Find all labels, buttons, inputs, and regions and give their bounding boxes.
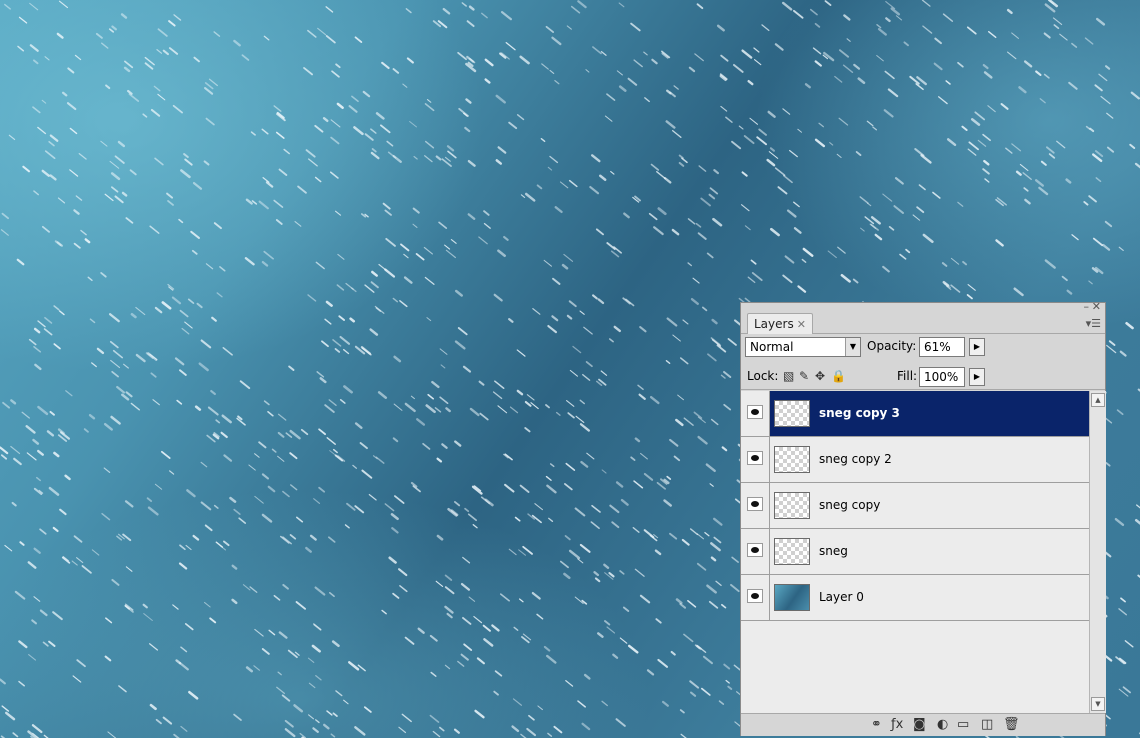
mask-icon[interactable]: ◙ <box>913 717 926 732</box>
tab-close-icon[interactable]: ✕ <box>797 318 806 331</box>
tab-layers-label: Layers <box>754 317 794 331</box>
layer-name[interactable]: Layer 0 <box>819 590 864 604</box>
layer-name[interactable]: sneg copy 3 <box>819 406 900 420</box>
lock-row: Lock: ▧ ✎ ✥ 🔒 Fill: 100% ▶ <box>741 363 1105 390</box>
fill-slider-button[interactable]: ▶ <box>969 368 985 386</box>
panel-menu-icon[interactable]: ▾☰ <box>1086 317 1101 330</box>
scroll-up-icon[interactable]: ▲ <box>1091 393 1105 407</box>
visibility-toggle[interactable] <box>741 575 770 620</box>
layers-panel: – ✕ Layers ✕ ▾☰ Normal ▼ Opacity: 61% ▶ L… <box>740 300 1106 736</box>
layer-row[interactable]: sneg copy 3 <box>741 391 1089 437</box>
chevron-down-icon[interactable]: ▼ <box>845 338 860 356</box>
layer-thumbnail[interactable] <box>774 446 810 473</box>
scroll-down-icon[interactable]: ▼ <box>1091 697 1105 711</box>
layer-row[interactable]: sneg <box>741 529 1089 575</box>
eye-icon[interactable] <box>747 589 763 603</box>
fx-icon[interactable]: ƒx <box>891 717 903 732</box>
eye-icon[interactable] <box>747 405 763 419</box>
link-icon[interactable]: ⚭ <box>871 717 882 732</box>
lock-position-icon[interactable]: ✥ <box>815 369 825 383</box>
visibility-toggle[interactable] <box>741 391 770 436</box>
layer-thumbnail[interactable] <box>774 492 810 519</box>
lock-all-icon[interactable]: 🔒 <box>831 369 846 383</box>
opacity-label: Opacity: <box>867 339 917 353</box>
fill-input[interactable]: 100% <box>919 367 965 387</box>
opacity-slider-button[interactable]: ▶ <box>969 338 985 356</box>
eye-icon[interactable] <box>747 497 763 511</box>
adjustment-icon[interactable]: ◐ <box>937 717 948 732</box>
lock-label: Lock: <box>747 369 779 383</box>
layer-name[interactable]: sneg <box>819 544 848 558</box>
new-layer-icon[interactable]: ◫ <box>981 717 993 732</box>
tab-layers[interactable]: Layers ✕ <box>747 313 813 334</box>
blend-mode-value: Normal <box>750 340 794 354</box>
lock-pixels-icon[interactable]: ✎ <box>799 369 809 383</box>
visibility-toggle[interactable] <box>741 437 770 482</box>
layer-thumbnail[interactable] <box>774 584 810 611</box>
layer-row[interactable]: Layer 0 <box>741 575 1089 621</box>
fill-label: Fill: <box>897 369 918 383</box>
visibility-toggle[interactable] <box>741 529 770 574</box>
layer-thumbnail[interactable] <box>774 538 810 565</box>
layer-thumbnail[interactable] <box>774 400 810 427</box>
tab-row: Layers ✕ ▾☰ <box>741 311 1105 334</box>
visibility-toggle[interactable] <box>741 483 770 528</box>
eye-icon[interactable] <box>747 451 763 465</box>
lock-transparency-icon[interactable]: ▧ <box>783 369 794 383</box>
eye-icon[interactable] <box>747 543 763 557</box>
layer-name[interactable]: sneg copy 2 <box>819 452 892 466</box>
layer-list-scrollbar[interactable]: ▲ ▼ <box>1089 391 1106 713</box>
opacity-input[interactable]: 61% <box>919 337 965 357</box>
trash-icon[interactable]: 🗑 <box>1003 717 1020 732</box>
layer-name[interactable]: sneg copy <box>819 498 880 512</box>
layers-bottom-toolbar: ⚭ ƒx ◙ ◐ ▭ ◫ 🗑 <box>741 713 1105 736</box>
layer-list: sneg copy 3 sneg copy 2 sneg copy sneg Layer… <box>741 391 1089 713</box>
folder-icon[interactable]: ▭ <box>957 717 969 732</box>
layer-row[interactable]: sneg copy 2 <box>741 437 1089 483</box>
blend-mode-select[interactable]: Normal ▼ <box>745 337 861 357</box>
layer-row[interactable]: sneg copy <box>741 483 1089 529</box>
